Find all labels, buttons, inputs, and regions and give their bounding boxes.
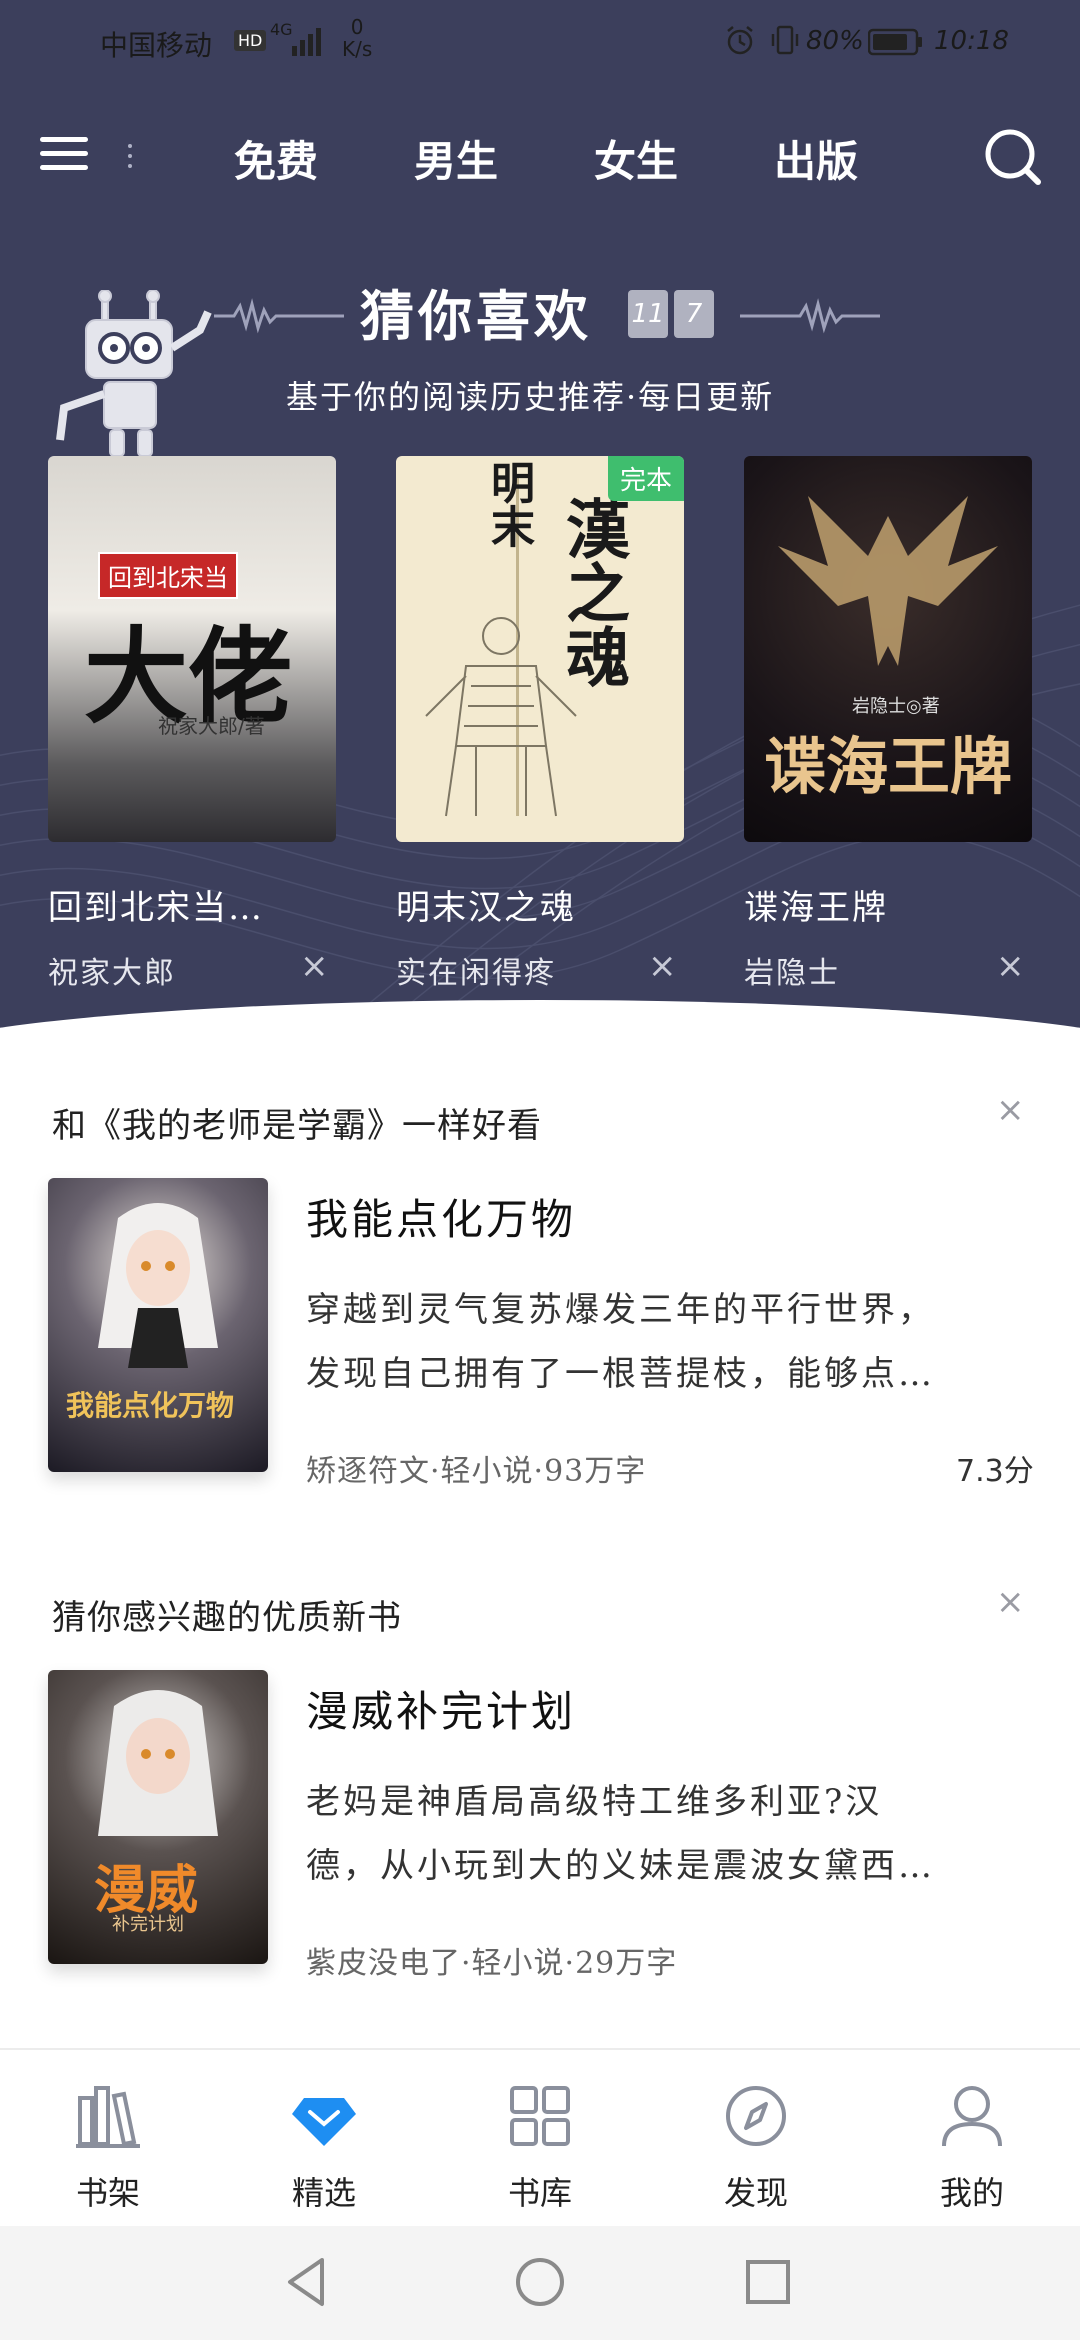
- book-description: 老妈是神盾局高级特工维多利亚?汉 德，从小玩到大的义妹是震波女黛西…: [306, 1770, 1026, 1898]
- book-cover[interactable]: 岩隐士◎著 谍海王牌: [744, 456, 1032, 842]
- more-dots-icon: [128, 138, 134, 178]
- top-navigation: 免费 男生 女生 出版: [0, 110, 1080, 210]
- carrier-name: 中国移动: [100, 29, 213, 62]
- book-title[interactable]: 我能点化万物: [306, 1186, 576, 1247]
- cover-author: 祝家大郎/著: [158, 714, 265, 738]
- person-icon: [942, 2086, 1002, 2147]
- book-cover[interactable]: 漢之魂 明末 完本: [396, 456, 684, 842]
- book-meta: 矫逐符文·轻小说·93万字: [306, 1454, 647, 1489]
- tab-male[interactable]: 男生: [414, 128, 498, 189]
- wave-decoration-right: [740, 298, 880, 334]
- cover-side-title: 明末: [483, 460, 534, 548]
- tab-label: 我的: [939, 2174, 1004, 2212]
- book-title[interactable]: 回到北宋当…: [48, 880, 264, 929]
- recents-icon[interactable]: [736, 2250, 800, 2314]
- recommendation-header: 和《我的老师是学霸》一样好看: [52, 1106, 542, 1146]
- signal-icon: [292, 28, 321, 56]
- robot-mascot: [56, 290, 212, 457]
- tab-bookshelf[interactable]: 书架: [48, 2076, 168, 2214]
- battery-percent: 80%: [806, 26, 864, 56]
- book-author: 岩隐士: [744, 956, 840, 991]
- menu-icon-line: [40, 165, 88, 170]
- book-author: 祝家大郎: [48, 956, 176, 991]
- dismiss-button[interactable]: ×: [648, 946, 677, 986]
- character-illustration: [98, 1203, 218, 1368]
- description-line: 德，从小玩到大的义妹是震波女黛西…: [306, 1846, 935, 1886]
- tab-label: 书库: [507, 2174, 572, 2212]
- tab-featured[interactable]: 精选: [264, 2076, 384, 2214]
- diamond-icon: [292, 2098, 356, 2146]
- description-line: 穿越到灵气复苏爆发三年的平行世界，: [306, 1290, 935, 1330]
- tab-label: 发现: [723, 2174, 788, 2212]
- tab-library[interactable]: 书库: [480, 2076, 600, 2214]
- eagle-illustration: [778, 496, 998, 666]
- book-score: 7.3分: [956, 1454, 1034, 1489]
- menu-button[interactable]: [40, 130, 92, 182]
- dismiss-button[interactable]: ×: [996, 946, 1025, 986]
- recommendation-card[interactable]: 猜你感兴趣的优质新书 × 漫威 补完计划 漫威补完计划 老妈是神盾局高级特工维多…: [0, 1582, 1080, 1981]
- vibrate-icon: [771, 25, 799, 55]
- calendar-day: 7: [674, 290, 714, 338]
- guess-title: 猜你喜欢: [360, 284, 592, 348]
- speed-value: 0: [350, 15, 364, 39]
- armor-illustration: [425, 617, 577, 817]
- hero-header: 中国移动 HD 4G 0 K/s 80% 10:18 免费 男生 女生 出版 猜…: [0, 0, 1080, 1060]
- tab-free[interactable]: 免费: [234, 128, 318, 189]
- hd-badge: HD: [234, 30, 267, 51]
- description-line: 发现自己拥有了一根菩提枝，能够点…: [306, 1354, 935, 1394]
- book-card[interactable]: 回到北宋当 大佬 祝家大郎/著 回到北宋当… 祝家大郎 ×: [48, 456, 336, 991]
- menu-icon-line: [40, 137, 88, 142]
- tab-label: 精选: [291, 2174, 356, 2212]
- dismiss-button[interactable]: ×: [996, 1090, 1025, 1130]
- cover-title: 谍海王牌: [764, 730, 1013, 803]
- book-meta: 紫皮没电了·轻小说·29万字: [306, 1946, 678, 1981]
- book-cover[interactable]: 漫威 补完计划: [48, 1670, 268, 1964]
- wave-decoration-left: [214, 298, 344, 334]
- character-illustration: [98, 1690, 218, 1836]
- speed-unit: K/s: [342, 37, 373, 61]
- book-title[interactable]: 漫威补完计划: [306, 1678, 576, 1739]
- tab-profile[interactable]: 我的: [912, 2076, 1032, 2214]
- clock: 10:18: [934, 26, 1009, 56]
- network-speed: 0 K/s: [342, 16, 372, 60]
- guess-subtitle: 基于你的阅读历史推荐·每日更新: [286, 378, 775, 416]
- cover-title: 我能点化万物: [66, 1389, 235, 1422]
- home-icon[interactable]: [508, 2250, 572, 2314]
- recommendation-card[interactable]: 和《我的老师是学霸》一样好看 × 我能点化万物 我能点化万物 穿越到灵气复苏爆发…: [0, 1090, 1080, 1489]
- system-navigation-bar: [0, 2226, 1080, 2340]
- book-cover[interactable]: 回到北宋当 大佬 祝家大郎/著: [48, 456, 336, 842]
- tab-label: 书架: [75, 2174, 140, 2212]
- book-author: 实在闲得疼: [396, 956, 556, 991]
- menu-icon-line: [40, 151, 88, 156]
- status-bar: 中国移动 HD 4G 0 K/s 80% 10:18: [0, 0, 1080, 80]
- recommendation-header: 猜你感兴趣的优质新书: [52, 1598, 402, 1638]
- back-icon[interactable]: [276, 2250, 340, 2314]
- tab-published[interactable]: 出版: [774, 128, 858, 189]
- book-card[interactable]: 岩隐士◎著 谍海王牌 谍海王牌 岩隐士 ×: [744, 456, 1032, 991]
- battery-icon: [868, 28, 922, 56]
- cover-author: 岩隐士◎著: [852, 696, 940, 717]
- calendar-icon: 11 7: [628, 286, 720, 340]
- bottom-tab-bar: 书架 精选 书库 发现 我的: [0, 2048, 1080, 2226]
- book-title[interactable]: 明末汉之魂: [396, 880, 576, 929]
- book-card[interactable]: 漢之魂 明末 完本 明末汉之魂 实在闲得疼 ×: [396, 456, 684, 991]
- tab-discover[interactable]: 发现: [696, 2076, 816, 2214]
- compass-icon: [726, 2086, 786, 2146]
- alarm-icon: [727, 26, 753, 55]
- cover-subtitle: 补完计划: [112, 1914, 184, 1935]
- dismiss-button[interactable]: ×: [300, 946, 329, 986]
- search-icon[interactable]: [980, 124, 1044, 188]
- description-line: 老妈是神盾局高级特工维多利亚?汉: [306, 1782, 883, 1822]
- completed-badge: 完本: [607, 456, 684, 501]
- bookshelf-icon: [76, 2086, 140, 2148]
- grid-icon: [510, 2086, 570, 2146]
- dismiss-button[interactable]: ×: [996, 1582, 1025, 1622]
- book-title[interactable]: 谍海王牌: [744, 880, 888, 929]
- calendar-month: 11: [628, 290, 668, 338]
- book-cover[interactable]: 我能点化万物: [48, 1178, 268, 1472]
- tab-female[interactable]: 女生: [594, 128, 678, 189]
- book-description: 穿越到灵气复苏爆发三年的平行世界， 发现自己拥有了一根菩提枝，能够点…: [306, 1278, 1026, 1406]
